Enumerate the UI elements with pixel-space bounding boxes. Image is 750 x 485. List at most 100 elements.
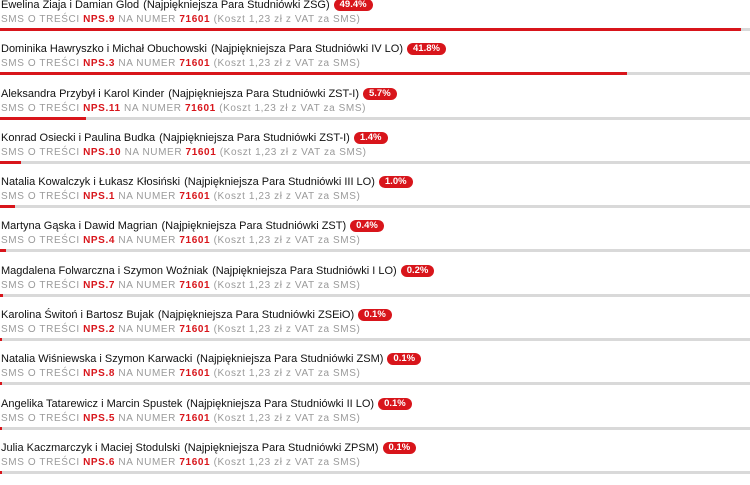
- sms-cost: (Koszt 1,23 zł z VAT za SMS): [213, 324, 361, 336]
- sms-code: NPS.1: [83, 191, 115, 203]
- sms-cost: (Koszt 1,23 zł z VAT za SMS): [219, 102, 367, 114]
- entry-title-line: Aleksandra Przybył i Karol Kinder (Najpię…: [0, 87, 750, 102]
- sms-prefix: SMS O TREŚCI: [1, 191, 80, 203]
- school-label: (Najpiękniejsza Para Studniówki I LO): [212, 264, 397, 277]
- sms-na-numer: NA NUMER: [118, 14, 176, 25]
- vote-bar-track: [0, 205, 750, 209]
- sms-number: 71601: [179, 58, 211, 70]
- sms-number: 71601: [184, 102, 216, 114]
- poll-entry: Konrad Osiecki i Paulina Budka (Najpiękni…: [0, 131, 750, 175]
- poll-entry: Natalia Wiśniewska i Szymon Karwacki (Naj…: [0, 352, 750, 396]
- school-label: (Najpiękniejsza Para Studniówki ZSG): [143, 0, 330, 11]
- sms-na-numer: NA NUMER: [118, 324, 176, 336]
- vote-bar-fill: [0, 338, 2, 342]
- sms-instructions: SMS O TREŚCI NPS.2 NA NUMER 71601 (Koszt…: [0, 323, 750, 337]
- couple-names: Natalia Kowalczyk i Łukasz Kłosiński: [1, 176, 181, 189]
- vote-bar-fill: [0, 293, 3, 297]
- couple-names: Natalia Wiśniewska i Szymon Karwacki: [1, 353, 193, 366]
- vote-bar-track: [0, 382, 750, 386]
- sms-code: NPS.9: [83, 14, 115, 25]
- school-label: (Najpiękniejsza Para Studniówki IV LO): [211, 43, 403, 56]
- percent-badge: 0.1%: [382, 441, 417, 454]
- sms-na-numer: NA NUMER: [118, 456, 176, 468]
- poll-entry: Magdalena Folwarczna i Szymon Woźniak (Na…: [0, 264, 750, 308]
- percent-badge: 1.4%: [353, 131, 388, 144]
- couple-names: Karolina Świtoń i Bartosz Bujak: [1, 309, 154, 322]
- vote-bar-track: [0, 160, 750, 164]
- poll-entry: Julia Kaczmarczyk i Maciej Stodulski (Naj…: [0, 441, 750, 485]
- school-label: (Najpiękniejsza Para Studniówki ZST): [161, 220, 347, 233]
- sms-na-numer: NA NUMER: [118, 279, 176, 291]
- vote-bar-track: [0, 249, 750, 253]
- sms-cost: (Koszt 1,23 zł z VAT za SMS): [213, 191, 361, 203]
- sms-prefix: SMS O TREŚCI: [1, 324, 80, 336]
- sms-instructions: SMS O TREŚCI NPS.8 NA NUMER 71601 (Koszt…: [0, 367, 750, 381]
- vote-bar-track: [0, 28, 750, 31]
- sms-prefix: SMS O TREŚCI: [1, 235, 80, 247]
- entry-title-line: Angelika Tatarewicz i Marcin Spustek (Naj…: [0, 397, 750, 412]
- couple-names: Angelika Tatarewicz i Marcin Spustek: [1, 397, 183, 410]
- sms-prefix: SMS O TREŚCI: [1, 146, 80, 158]
- vote-bar-track: [0, 116, 750, 120]
- vote-bar-fill: [0, 382, 2, 386]
- percent-badge: 0.4%: [350, 220, 384, 233]
- entry-title-line: Natalia Kowalczyk i Łukasz Kłosiński (Naj…: [0, 175, 750, 190]
- sms-instructions: SMS O TREŚCI NPS.7 NA NUMER 71601 (Koszt…: [0, 279, 750, 293]
- sms-number: 71601: [179, 191, 211, 203]
- sms-cost: (Koszt 1,23 zł z VAT za SMS): [213, 456, 361, 468]
- entry-title-line: Karolina Świtoń i Bartosz Bujak (Najpiękn…: [0, 308, 750, 323]
- sms-instructions: SMS O TREŚCI NPS.1 NA NUMER 71601 (Koszt…: [0, 190, 750, 204]
- sms-na-numer: NA NUMER: [118, 412, 176, 424]
- sms-cost: (Koszt 1,23 zł z VAT za SMS): [213, 279, 361, 291]
- sms-cost: (Koszt 1,23 zł z VAT za SMS): [213, 235, 361, 247]
- vote-bar-fill: [0, 249, 6, 253]
- sms-number: 71601: [179, 456, 211, 468]
- sms-prefix: SMS O TREŚCI: [1, 279, 80, 291]
- vote-bar-track: [0, 338, 750, 342]
- sms-code: NPS.10: [83, 146, 122, 158]
- couple-names: Julia Kaczmarczyk i Maciej Stodulski: [1, 441, 181, 454]
- sms-prefix: SMS O TREŚCI: [1, 456, 80, 468]
- sms-code: NPS.7: [83, 279, 115, 291]
- couple-names: Aleksandra Przybył i Karol Kinder: [1, 87, 165, 100]
- percent-badge: 0.2%: [400, 264, 435, 277]
- percent-badge: 0.1%: [358, 309, 392, 322]
- percent-badge: 0.1%: [387, 353, 422, 366]
- percent-badge: 5.7%: [363, 87, 397, 100]
- sms-prefix: SMS O TREŚCI: [1, 14, 80, 25]
- sms-code: NPS.11: [83, 102, 121, 114]
- school-label: (Najpiękniejsza Para Studniówki ZPSM): [184, 441, 379, 454]
- sms-na-numer: NA NUMER: [118, 368, 176, 380]
- school-label: (Najpiękniejsza Para Studniówki ZST-I): [159, 131, 350, 144]
- sms-instructions: SMS O TREŚCI NPS.4 NA NUMER 71601 (Koszt…: [0, 234, 750, 248]
- entry-title-line: Dominika Hawryszko i Michał Obuchowski (N…: [0, 42, 750, 57]
- sms-na-numer: NA NUMER: [118, 191, 176, 203]
- sms-cost: (Koszt 1,23 zł z VAT za SMS): [219, 146, 367, 158]
- sms-prefix: SMS O TREŚCI: [1, 368, 80, 380]
- entry-title-line: Magdalena Folwarczna i Szymon Woźniak (Na…: [0, 264, 750, 279]
- sms-cost: (Koszt 1,23 zł z VAT za SMS): [213, 14, 361, 25]
- sms-code: NPS.5: [83, 412, 115, 424]
- sms-cost: (Koszt 1,23 zł z VAT za SMS): [213, 412, 361, 424]
- vote-bar-fill: [0, 72, 627, 76]
- poll-entry: Karolina Świtoń i Bartosz Bujak (Najpiękn…: [0, 308, 750, 352]
- sms-number: 71601: [179, 324, 211, 336]
- percent-badge: 41.8%: [407, 43, 446, 56]
- couple-names: Dominika Hawryszko i Michał Obuchowski: [1, 43, 208, 56]
- entry-title-line: Julia Kaczmarczyk i Maciej Stodulski (Naj…: [0, 441, 750, 456]
- percent-badge: 49.4%: [333, 0, 373, 11]
- sms-prefix: SMS O TREŚCI: [1, 58, 80, 70]
- vote-bar-fill: [0, 160, 21, 164]
- vote-bar-fill: [0, 116, 86, 120]
- sms-na-numer: NA NUMER: [118, 235, 176, 247]
- percent-badge: 1.0%: [378, 176, 413, 189]
- sms-code: NPS.8: [83, 368, 115, 380]
- sms-na-numer: NA NUMER: [124, 146, 183, 158]
- sms-code: NPS.6: [83, 456, 115, 468]
- percent-badge: 0.1%: [378, 397, 412, 410]
- poll-entry: Ewelina Ziaja i Damian Glod (Najpiękniejs…: [0, 0, 750, 42]
- vote-bar-fill: [0, 205, 15, 209]
- poll-entry: Natalia Kowalczyk i Łukasz Kłosiński (Naj…: [0, 175, 750, 219]
- sms-number: 71601: [179, 368, 211, 380]
- vote-bar-track: [0, 293, 750, 297]
